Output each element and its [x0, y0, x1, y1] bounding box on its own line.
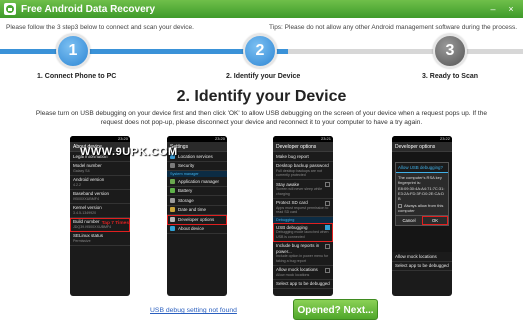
- developer-options-item: Developer options: [167, 215, 227, 225]
- list-item: Storage: [167, 196, 227, 206]
- usb-debug-not-found-link[interactable]: USB debug setting not found: [150, 307, 237, 314]
- phone-header: Developer options: [392, 142, 452, 152]
- dialog-body: The computer's RSA key fingerprint is:: [398, 175, 442, 185]
- list-item: Application manager: [167, 177, 227, 187]
- lock-icon: [170, 163, 175, 169]
- checkbox-icon: [325, 182, 330, 187]
- list-item: Protect SD card Apps must request permiss…: [273, 199, 333, 217]
- close-button[interactable]: ×: [503, 3, 519, 15]
- dialog-cancel-button: Cancel: [402, 218, 416, 223]
- rsa-fingerprint: E8:09:30:4A:A4:71:7C:31:E3:2A:FD:3F:D0:2…: [398, 186, 445, 201]
- list-item: Baseband version I9500XXUBMF4: [70, 190, 130, 204]
- list-item: Allow mock locations: [392, 252, 452, 262]
- watermark-text: WWW.9UPK.COM: [80, 146, 178, 158]
- checkbox-icon: [325, 267, 330, 273]
- list-item: Make bug report: [273, 152, 333, 162]
- always-allow-label: Always allow from this computer: [398, 203, 444, 213]
- usb-debugging-item: USB debugging Debugging mode launched whe…: [273, 223, 333, 242]
- list-item: Select app to be debugged: [392, 262, 452, 271]
- phone-screenshot-settings: 23:20 Settings Location services Securit…: [167, 136, 227, 296]
- step-3-circle: 3: [433, 34, 467, 68]
- checkbox-icon: [325, 200, 330, 206]
- list-item: Select app to be debugged: [273, 280, 333, 289]
- list-item: Security: [167, 162, 227, 171]
- checked-icon: [325, 225, 330, 230]
- dialog-ok-button: OK: [422, 216, 448, 225]
- list-item: SELinux status Permissive: [70, 232, 130, 246]
- build-number-item: Build number JDQ39.I9500XXUBMF4 Tap 7 Time…: [70, 217, 130, 232]
- list-item: Android version 4.2.2: [70, 176, 130, 190]
- description-text: Please turn on USB debugging on your dev…: [35, 110, 488, 126]
- tap-note: Tap 7 Times: [101, 220, 129, 226]
- phone-header: Developer options: [273, 142, 333, 152]
- instructions-text: Please follow the 3 step3 below to conne…: [6, 24, 194, 31]
- checkbox-icon: [325, 243, 330, 249]
- list-item: About device: [167, 225, 227, 234]
- step-3-label: 3. Ready to Scan: [422, 73, 479, 80]
- page-heading: 2. Identify your Device: [176, 88, 347, 105]
- info-icon: [170, 226, 175, 232]
- step-2-label: 2. Identify your Device: [226, 73, 301, 80]
- step-1-circle: 1: [56, 34, 90, 68]
- list-item: Date and time: [167, 206, 227, 215]
- next-button[interactable]: Opened? Next...: [293, 299, 378, 320]
- step-1-label: 1. Connect Phone to PC: [37, 73, 117, 80]
- list-item: Battery: [167, 187, 227, 196]
- phone-screenshot-about-device: 23:20 About device Legal information Mod…: [70, 136, 130, 296]
- list-item: Model number Galaxy S4: [70, 162, 130, 176]
- list-item: Kernel version 3.4.5-1349920: [70, 204, 130, 218]
- dialog-title: Allow USB debugging?: [396, 163, 448, 173]
- window-title: Free Android Data Recovery: [21, 3, 156, 15]
- braces-icon: [170, 216, 175, 222]
- storage-icon: [170, 197, 175, 203]
- phone-screenshot-developer-options: 23:21 Developer options Make bug report …: [273, 136, 333, 296]
- app-logo-icon: [4, 3, 16, 15]
- list-item: Include bug reports in power... Include o…: [273, 242, 333, 266]
- apps-icon: [170, 178, 175, 184]
- battery-icon: [170, 188, 175, 194]
- list-item: Stay awake Screen will never sleep while …: [273, 180, 333, 199]
- clock-icon: [170, 207, 175, 213]
- phone-screenshot-usb-dialog: 23:22 Developer options Allow mock locat…: [392, 136, 452, 296]
- tips-text: Tips: Please do not allow any other Andr…: [269, 24, 517, 31]
- minimize-button[interactable]: –: [485, 3, 501, 15]
- list-item: Desktop backup password Full desktop back…: [273, 162, 333, 180]
- list-item: Allow mock locations Allow mock locations: [273, 266, 333, 280]
- usb-debugging-dialog: Allow USB debugging? The computer's RSA …: [395, 162, 449, 226]
- step-2-circle: 2: [243, 34, 277, 68]
- title-bar: Free Android Data Recovery – ×: [0, 0, 523, 18]
